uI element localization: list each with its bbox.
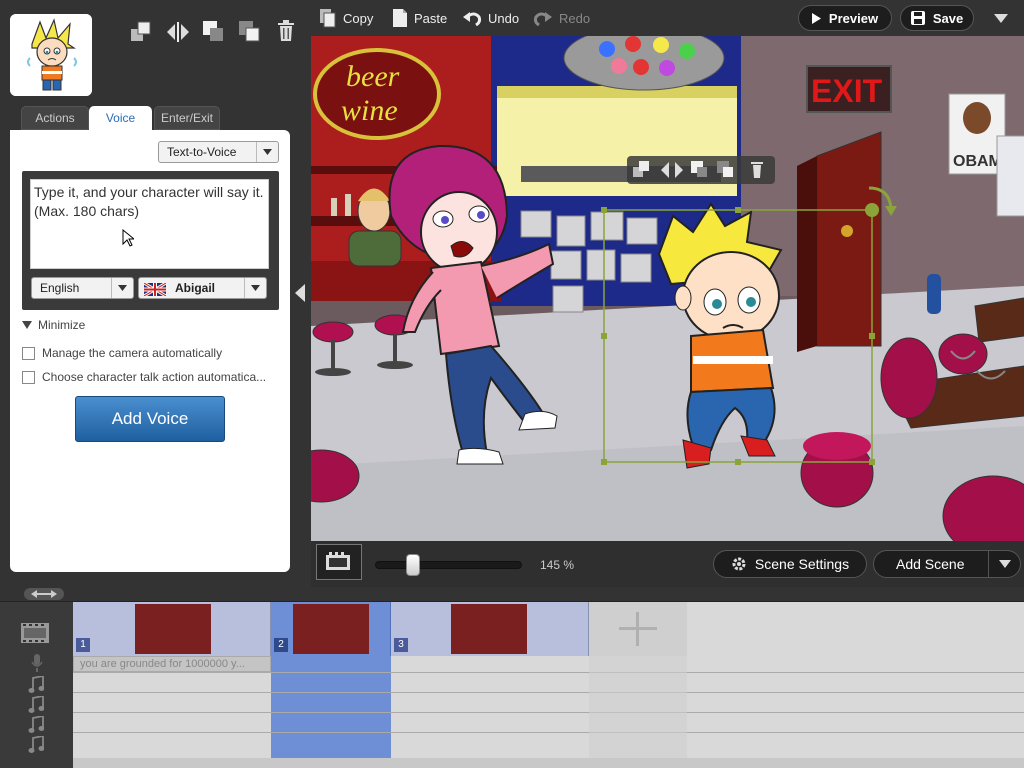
- timeline: 1 2 3 you are grounded for 1000000 y...: [0, 587, 1024, 768]
- zoom-slider-handle[interactable]: [406, 554, 420, 576]
- sign-beer-text: beer: [346, 60, 400, 93]
- camera-auto-option[interactable]: Manage the camera automatically: [22, 346, 222, 360]
- add-scene-slot[interactable]: [589, 602, 687, 656]
- sign-wine-text: wine: [341, 94, 398, 127]
- music-note-icon: [28, 676, 44, 693]
- camera-icon[interactable]: [316, 544, 362, 580]
- copy-icon: [320, 9, 336, 28]
- voice-select[interactable]: Abigail: [138, 277, 267, 299]
- gear-icon: [732, 557, 746, 571]
- talk-action-checkbox[interactable]: [22, 370, 35, 384]
- zoom-slider[interactable]: [375, 561, 522, 569]
- scene-canvas[interactable]: beer wine EXIT OBAMA: [311, 36, 1024, 541]
- bring-forward-icon[interactable]: [130, 21, 152, 43]
- voice-mode-select[interactable]: Text-to-Voice: [158, 141, 279, 163]
- redo-icon: [533, 12, 552, 27]
- preview-label: Preview: [828, 10, 879, 26]
- film-strip-icon: [21, 623, 49, 643]
- play-icon: [811, 12, 821, 24]
- undo-label: Undo: [488, 10, 520, 26]
- add-scene-label: Add Scene: [896, 556, 965, 572]
- talk-action-option[interactable]: Choose character talk action automatica.…: [22, 370, 266, 384]
- scene-illustration: beer wine EXIT OBAMA: [311, 36, 1024, 541]
- chevron-down-icon: [111, 278, 133, 298]
- scene-thumbnail: [135, 604, 211, 654]
- talk-action-label: Choose character talk action automatica.…: [42, 370, 267, 384]
- scene-block-2[interactable]: 2: [271, 602, 391, 656]
- music-note-icon: [28, 716, 44, 733]
- scene-number: 3: [394, 638, 408, 652]
- uk-flag-icon: [143, 281, 167, 298]
- copy-button[interactable]: Copy: [319, 0, 373, 36]
- redo-label: Redo: [559, 10, 591, 26]
- chevron-down-icon: [244, 278, 266, 298]
- top-toolbar: Copy Paste Undo Redo Preview Save: [311, 0, 1024, 36]
- timeline-scrollbar[interactable]: [73, 758, 1024, 768]
- scene-thumbnail: [451, 604, 527, 654]
- camera-auto-checkbox[interactable]: [22, 346, 35, 360]
- arrows-horizontal-icon: [31, 590, 57, 598]
- scene-settings-button[interactable]: Scene Settings: [713, 550, 867, 578]
- language-select[interactable]: English: [31, 277, 134, 299]
- mouse-cursor-icon: [122, 229, 134, 247]
- redo-button[interactable]: Redo: [533, 0, 590, 36]
- save-label: Save: [932, 10, 964, 26]
- voice-text-input[interactable]: Type it, and your character will say it.…: [30, 179, 269, 269]
- preview-button[interactable]: Preview: [798, 5, 892, 31]
- music-note-icon: [28, 736, 44, 753]
- chevron-down-icon: [999, 560, 1011, 568]
- music-note-icon: [28, 696, 44, 713]
- voice-input-frame: Type it, and your character will say it.…: [22, 171, 279, 310]
- microphone-icon: [31, 654, 43, 672]
- chevron-down-icon: [994, 13, 1008, 23]
- zoom-level: 145 %: [540, 558, 575, 572]
- exit-sign-text: EXIT: [811, 73, 883, 109]
- scene-thumbnail: [293, 604, 369, 654]
- stage-bottom-bar: 145 % Scene Settings Add Scene: [311, 541, 1024, 587]
- track-area: 1 2 3 you are grounded for 1000000 y...: [73, 602, 1024, 758]
- send-to-back-icon[interactable]: [238, 20, 260, 42]
- floppy-disk-icon: [910, 11, 925, 25]
- flip-horizontal-icon[interactable]: [166, 21, 189, 43]
- undo-button[interactable]: Undo: [462, 0, 519, 36]
- timeline-zoom-control[interactable]: [24, 588, 64, 600]
- paste-button[interactable]: Paste: [392, 0, 447, 36]
- voice-mode-value: Text-to-Voice: [167, 145, 237, 159]
- character-panel: Actions Voice Enter/Exit Text-to-Voice T…: [0, 0, 311, 587]
- scene-settings-label: Scene Settings: [754, 556, 850, 572]
- minimize-toggle[interactable]: Minimize: [22, 318, 85, 332]
- save-button[interactable]: Save: [900, 5, 974, 31]
- dialogue-clip[interactable]: you are grounded for 1000000 y...: [73, 656, 271, 672]
- collapse-panel-icon[interactable]: [292, 280, 308, 306]
- scene-block-1[interactable]: 1: [73, 602, 271, 656]
- voice-panel: Text-to-Voice Type it, and your characte…: [10, 130, 290, 572]
- undo-icon: [463, 12, 482, 27]
- more-menu-button[interactable]: [990, 8, 1012, 28]
- triangle-down-icon: [22, 321, 32, 329]
- floating-object-toolbar[interactable]: [627, 156, 775, 184]
- scene-block-3[interactable]: 3: [391, 602, 589, 656]
- copy-label: Copy: [343, 10, 374, 26]
- voice-name-value: Abigail: [175, 281, 216, 295]
- tab-enter-exit[interactable]: Enter/Exit: [154, 106, 220, 130]
- trash-icon[interactable]: [277, 20, 299, 42]
- paste-label: Paste: [414, 10, 448, 26]
- tab-actions[interactable]: Actions: [21, 106, 89, 130]
- minimize-label: Minimize: [38, 318, 86, 332]
- send-backward-icon[interactable]: [202, 20, 224, 42]
- selected-character-thumbnail[interactable]: [10, 14, 92, 96]
- tab-voice[interactable]: Voice: [89, 106, 152, 131]
- scene-number: 2: [274, 638, 288, 652]
- timeline-ruler: [0, 587, 1024, 602]
- chevron-down-icon: [256, 142, 278, 162]
- scene-number: 1: [76, 638, 90, 652]
- paste-icon: [393, 9, 407, 27]
- plus-icon: [619, 612, 657, 646]
- language-value: English: [40, 281, 80, 295]
- add-scene-menu-button[interactable]: [988, 550, 1021, 578]
- camera-auto-label: Manage the camera automatically: [42, 346, 223, 360]
- add-voice-button[interactable]: Add Voice: [75, 396, 225, 442]
